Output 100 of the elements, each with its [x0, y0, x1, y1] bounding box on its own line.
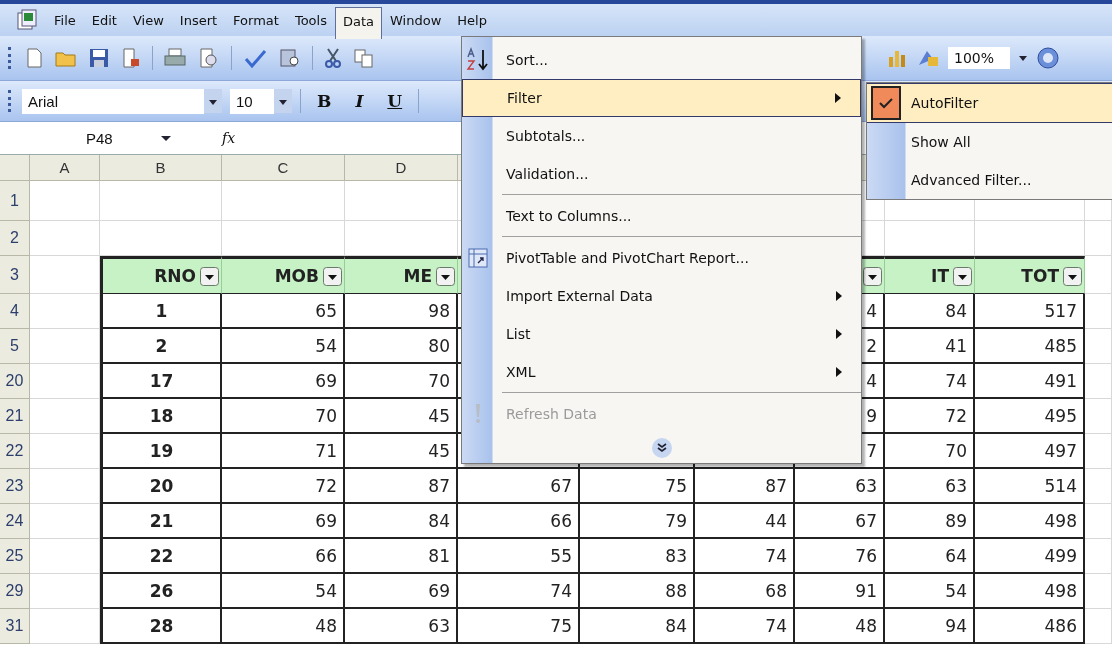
- empty-cell: [1085, 329, 1112, 364]
- table-cell: 63: [795, 469, 885, 504]
- column-header[interactable]: C: [222, 155, 345, 181]
- copy-icon[interactable]: [353, 47, 375, 69]
- menu-item[interactable]: Sort...: [462, 41, 861, 79]
- submenu-arrow-icon: [834, 92, 842, 104]
- help-icon[interactable]: [1036, 46, 1060, 70]
- table-cell: 63: [885, 469, 975, 504]
- expand-more-icon[interactable]: [650, 437, 673, 459]
- row-header[interactable]: 21: [0, 399, 30, 434]
- menu-item[interactable]: File: [46, 6, 84, 34]
- name-box[interactable]: P48: [30, 129, 148, 147]
- column-header[interactable]: D: [345, 155, 458, 181]
- menu-item[interactable]: Edit: [83, 6, 125, 34]
- row-header[interactable]: 29: [0, 574, 30, 609]
- table-cell: 63: [345, 609, 458, 644]
- table-header-cell: TOT: [975, 256, 1085, 294]
- document-lock-icon[interactable]: [120, 47, 142, 69]
- empty-cell: [1085, 294, 1112, 329]
- row-header[interactable]: 4: [0, 294, 30, 329]
- row-header[interactable]: 25: [0, 539, 30, 574]
- table-cell: 491: [975, 364, 1085, 399]
- font-name-field[interactable]: Arial: [22, 88, 204, 114]
- table-cell: 69: [345, 574, 458, 609]
- table-cell: 514: [975, 469, 1085, 504]
- menu-item[interactable]: Subtotals...: [462, 117, 861, 155]
- table-cell: 497: [975, 434, 1085, 469]
- menu-item[interactable]: Help: [449, 6, 495, 34]
- table-cell: 88: [580, 574, 695, 609]
- row-header[interactable]: 2: [0, 221, 30, 256]
- submenu-arrow-icon: [835, 328, 843, 340]
- empty-cell: [1085, 609, 1112, 644]
- spreadsheet-app-icon[interactable]: [16, 9, 38, 31]
- column-header[interactable]: B: [100, 155, 222, 181]
- format-button[interactable]: I: [347, 89, 372, 113]
- row-header[interactable]: 31: [0, 609, 30, 644]
- filter-dropdown-button[interactable]: [953, 266, 972, 286]
- row-header[interactable]: 24: [0, 504, 30, 539]
- table-cell: 54: [222, 329, 345, 364]
- table-cell: 20: [100, 469, 222, 504]
- spelling-check-icon[interactable]: [242, 47, 268, 69]
- table-cell: 45: [345, 399, 458, 434]
- row-header[interactable]: 3: [0, 256, 30, 294]
- table-cell: 48: [795, 609, 885, 644]
- format-button[interactable]: U: [379, 89, 411, 113]
- table-cell: 80: [345, 329, 458, 364]
- row-header[interactable]: 20: [0, 364, 30, 399]
- empty-cell: [1085, 469, 1112, 504]
- save-icon[interactable]: [88, 47, 110, 69]
- table-cell: 517: [975, 294, 1085, 329]
- row-header[interactable]: 1: [0, 181, 30, 221]
- table-cell: 45: [345, 434, 458, 469]
- table-cell: 74: [885, 364, 975, 399]
- sort-ascending-icon: [465, 47, 491, 73]
- menu-item[interactable]: AutoFilter: [867, 83, 1112, 123]
- menu-item[interactable]: Validation...: [462, 155, 861, 193]
- table-cell: 1: [100, 294, 222, 329]
- filter-dropdown-button[interactable]: [436, 266, 455, 286]
- menu-item[interactable]: Advanced Filter...: [867, 161, 1112, 199]
- menu-item[interactable]: View: [124, 6, 172, 34]
- table-cell: 67: [795, 504, 885, 539]
- table-cell: 74: [458, 574, 580, 609]
- filter-dropdown-button[interactable]: [863, 266, 882, 286]
- menu-item[interactable]: Filter: [462, 79, 861, 117]
- menu-item[interactable]: Window: [382, 6, 450, 34]
- menu-item[interactable]: Tools: [286, 6, 335, 34]
- menu-item[interactable]: Data: [334, 6, 382, 39]
- table-cell: 21: [100, 504, 222, 539]
- scissors-icon[interactable]: [323, 47, 343, 69]
- table-cell: 87: [695, 469, 795, 504]
- table-cell: 41: [885, 329, 975, 364]
- table-cell: 66: [222, 539, 345, 574]
- table-cell: 91: [795, 574, 885, 609]
- menu-item[interactable]: Format: [225, 6, 287, 34]
- font-size-field[interactable]: 10: [230, 88, 274, 114]
- filter-dropdown-button[interactable]: [323, 266, 342, 286]
- filter-dropdown-button[interactable]: [1063, 266, 1082, 286]
- menu-item[interactable]: Insert: [171, 6, 226, 34]
- table-cell: 54: [885, 574, 975, 609]
- menu-item[interactable]: Show All: [867, 123, 1112, 161]
- table-cell: 18: [100, 399, 222, 434]
- filter-dropdown-button[interactable]: [200, 266, 219, 286]
- insert-function-button[interactable]: fx: [222, 130, 236, 146]
- table-cell: 79: [580, 504, 695, 539]
- new-document-icon[interactable]: [24, 47, 44, 69]
- column-header[interactable]: A: [30, 155, 100, 181]
- table-cell: 67: [458, 469, 580, 504]
- row-header[interactable]: 22: [0, 434, 30, 469]
- table-header-cell: MOB: [222, 256, 345, 294]
- format-button[interactable]: B: [309, 89, 340, 113]
- row-header[interactable]: 5: [0, 329, 30, 364]
- row-header[interactable]: 23: [0, 469, 30, 504]
- zoom-field[interactable]: 100%: [947, 47, 1010, 69]
- table-cell: 76: [795, 539, 885, 574]
- research-book-icon[interactable]: [278, 47, 302, 69]
- table-cell: 87: [345, 469, 458, 504]
- printer-icon[interactable]: [163, 47, 187, 69]
- table-header-cell: ME: [345, 256, 458, 294]
- table-cell: 70: [885, 434, 975, 469]
- table-cell: 499: [975, 539, 1085, 574]
